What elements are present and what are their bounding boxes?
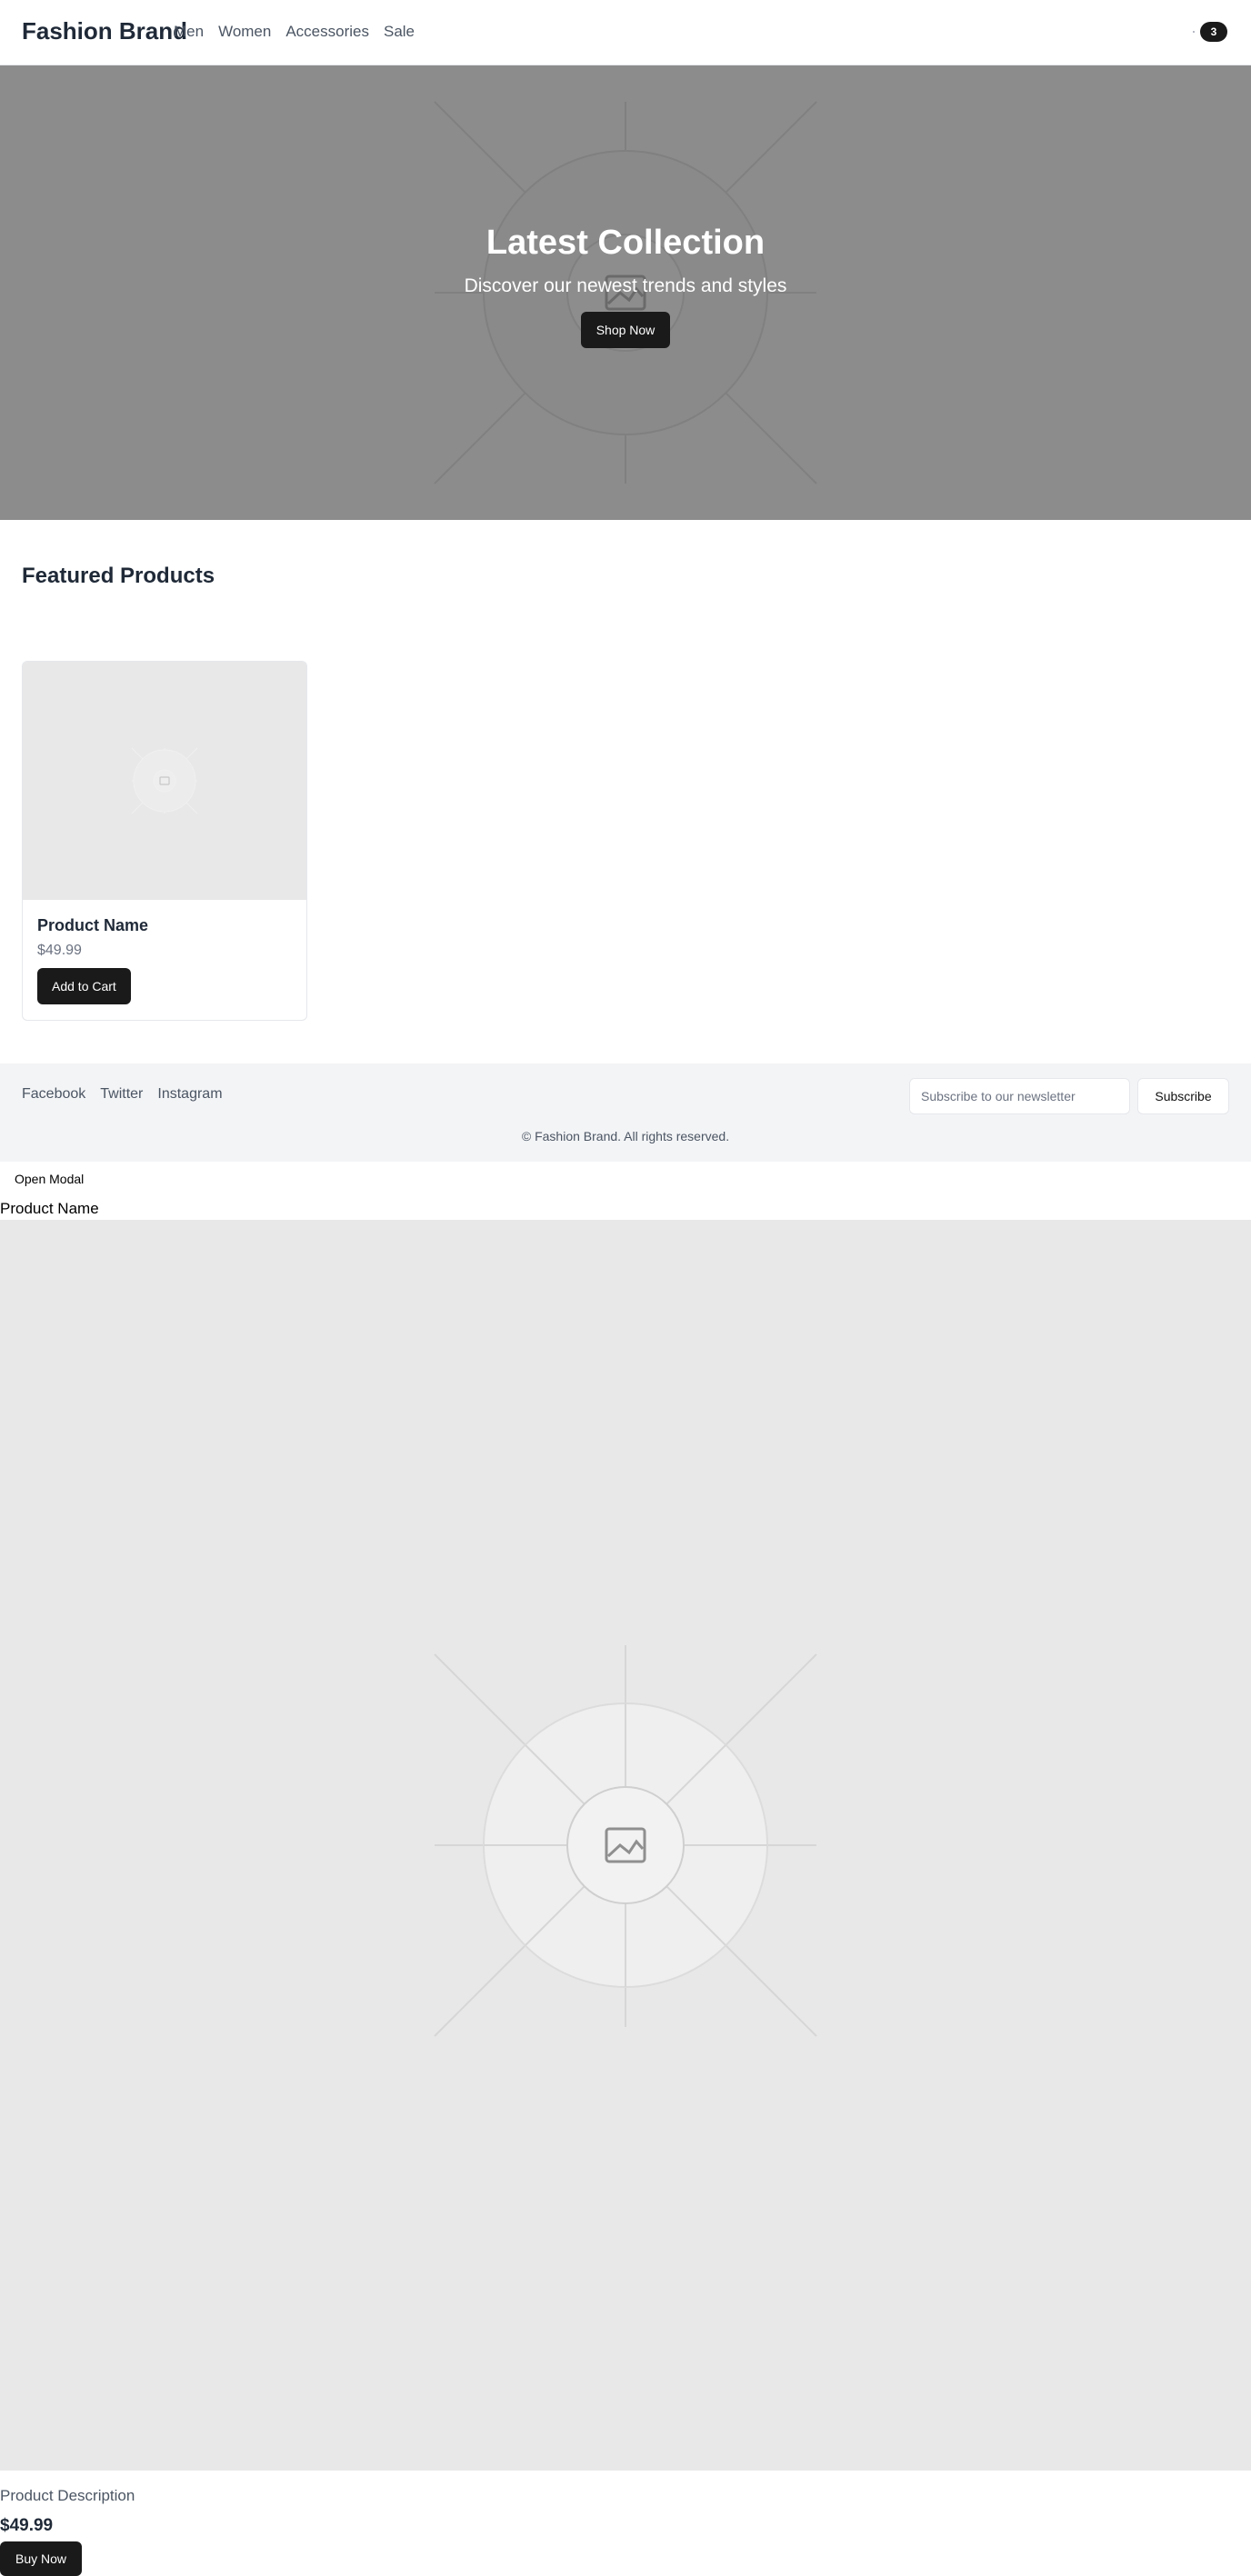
shop-now-button[interactable]: Shop Now xyxy=(580,312,671,348)
social-link-facebook[interactable]: Facebook xyxy=(22,1086,85,1103)
social-link-twitter[interactable]: Twitter xyxy=(100,1086,143,1103)
subscribe-button[interactable]: Subscribe xyxy=(1137,1078,1229,1114)
modal-product-description: Product Description xyxy=(0,2487,135,2504)
product-price: $49.99 xyxy=(37,943,82,958)
cart-count-badge: 3 xyxy=(1200,22,1227,42)
modal-product-price: $49.99 xyxy=(0,2516,54,2535)
hero-content: Latest Collection Discover our newest tr… xyxy=(0,224,1251,348)
nav-item-accessories[interactable]: Accessories xyxy=(285,23,369,41)
product-card: Product Name $49.99 Add to Cart xyxy=(22,661,307,1021)
product-name[interactable]: Product Name xyxy=(37,916,148,935)
image-placeholder-icon xyxy=(434,1645,817,2037)
modal-product-image xyxy=(0,1220,1251,2471)
featured-title: Featured Products xyxy=(22,564,215,588)
hero-title: Latest Collection xyxy=(485,224,766,262)
newsletter-input[interactable] xyxy=(909,1078,1130,1114)
hero-subtitle: Discover our newest trends and styles xyxy=(464,275,787,296)
social-link-instagram[interactable]: Instagram xyxy=(157,1086,222,1103)
brand-logo[interactable]: Fashion Brand xyxy=(22,17,187,45)
social-links: Facebook Twitter Instagram xyxy=(22,1086,223,1103)
open-modal-button[interactable]: Open Modal xyxy=(15,1172,84,1186)
nav-item-women[interactable]: Women xyxy=(218,23,271,41)
nav-item-men[interactable]: Men xyxy=(174,23,204,41)
cart-button[interactable]: 3 xyxy=(1193,22,1227,42)
add-to-cart-button[interactable]: Add to Cart xyxy=(37,968,131,1004)
nav-item-sale[interactable]: Sale xyxy=(384,23,415,41)
site-footer: Facebook Twitter Instagram Subscribe © F… xyxy=(0,1063,1251,1162)
cart-icon xyxy=(1193,31,1195,33)
buy-now-button[interactable]: Buy Now xyxy=(0,2541,82,2576)
hero-banner: Latest Collection Discover our newest tr… xyxy=(0,65,1251,520)
site-header: Fashion Brand Men Women Accessories Sale… xyxy=(0,0,1251,65)
main-nav: Men Women Accessories Sale xyxy=(174,23,415,41)
image-placeholder-icon xyxy=(131,747,198,814)
modal-product-name: Product Name xyxy=(0,1200,99,1217)
copyright-text: © Fashion Brand. All rights reserved. xyxy=(521,1129,730,1143)
product-image[interactable] xyxy=(23,662,306,900)
